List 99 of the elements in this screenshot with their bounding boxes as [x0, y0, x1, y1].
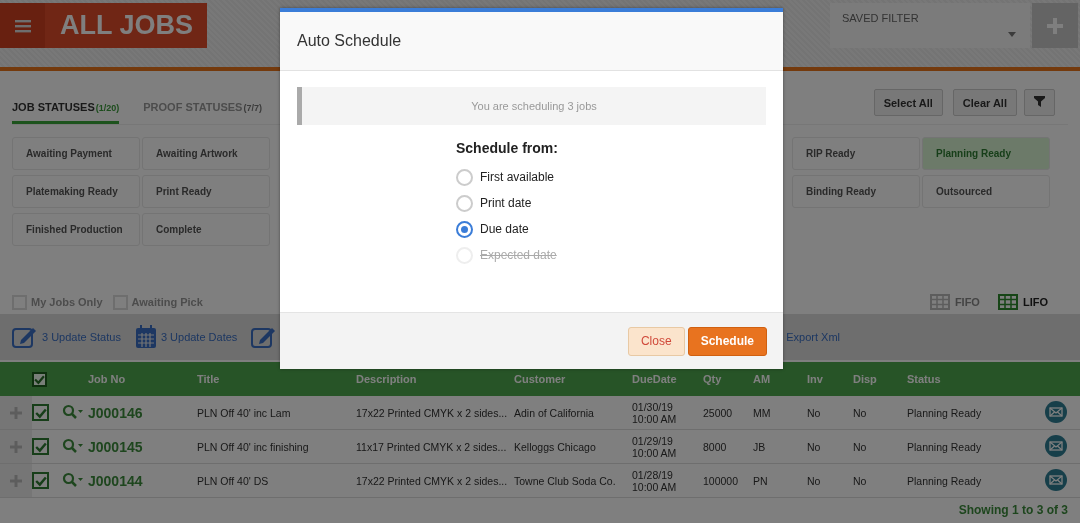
select-all-checkbox[interactable]: [32, 371, 47, 387]
table-cell-text: 10:00 AM: [632, 446, 678, 459]
column-header[interactable]: Disp: [853, 373, 907, 385]
schedule-button[interactable]: Schedule: [687, 326, 767, 356]
toolbar-action[interactable]: 3 Update Dates: [134, 325, 238, 349]
status-chip[interactable]: Complete: [142, 213, 270, 246]
radio-label: Print date: [480, 196, 532, 210]
table-cell-text: JB: [753, 440, 767, 453]
filter-button[interactable]: Clear All: [952, 89, 1017, 116]
menu-icon: [14, 18, 31, 33]
table-cell-text: PN: [753, 474, 769, 487]
column-header[interactable]: Description: [356, 373, 514, 385]
search-icon[interactable]: [62, 471, 84, 488]
mail-icon[interactable]: [1045, 400, 1067, 423]
radio-label: Due date: [480, 222, 529, 236]
column-header[interactable]: Customer: [514, 373, 632, 385]
notice-bar: You are scheduling 3 jobs: [297, 87, 766, 125]
column-header[interactable]: Title: [197, 373, 356, 385]
expand-icon[interactable]: [10, 474, 22, 487]
table-cell-text: PLN Off 40' DS: [197, 474, 270, 487]
edit-icon[interactable]: [251, 325, 278, 349]
toolbar-action[interactable]: Export Xml: [786, 331, 840, 343]
dialog-title: Auto Schedule: [297, 32, 402, 50]
page-title: ALL JOBS: [59, 9, 194, 42]
row-checkbox[interactable]: [32, 472, 49, 489]
search-icon[interactable]: [62, 403, 84, 420]
column-header[interactable]: Inv: [807, 373, 853, 385]
expand-icon[interactable]: [10, 440, 22, 453]
job-number-link[interactable]: J000145: [88, 438, 197, 455]
row-checkbox[interactable]: [32, 438, 49, 455]
table-cell-text: 01/29/19: [632, 434, 674, 447]
saved-filter-dropdown[interactable]: SAVED FILTER: [830, 3, 1030, 48]
mail-icon[interactable]: [1045, 468, 1067, 491]
status-chip[interactable]: Awaiting Artwork: [142, 137, 270, 170]
table-cell-text: 17x22 Printed CMYK x 2 sides...: [356, 474, 509, 487]
pagination-info: Showing 1 to 3 of 3: [958, 503, 1068, 517]
radio-button[interactable]: [456, 220, 473, 238]
caret-icon: [1008, 32, 1016, 37]
prompt-label: Schedule from:: [456, 140, 559, 156]
column-header[interactable]: AM: [753, 373, 807, 385]
column-header[interactable]: DueDate: [632, 373, 703, 385]
status-chip[interactable]: Awaiting Payment: [12, 137, 140, 170]
status-chip[interactable]: Outsourced: [922, 175, 1050, 208]
radio-button[interactable]: [456, 194, 473, 212]
status-chip[interactable]: Print Ready: [142, 175, 270, 208]
table-cell-text: No: [807, 474, 822, 487]
order-toggle[interactable]: LIFO: [997, 294, 1048, 310]
table-cell-text: 10:00 AM: [632, 480, 678, 493]
row-checkbox[interactable]: [32, 404, 49, 421]
expand-icon[interactable]: [10, 406, 22, 419]
toolbar-action[interactable]: 3 Update Status: [12, 325, 121, 349]
column-header[interactable]: Job No: [88, 373, 197, 385]
table-cell-text: No: [853, 474, 868, 487]
close-button[interactable]: Close: [627, 326, 685, 356]
table-cell-text: No: [807, 406, 822, 419]
status-chip[interactable]: Platemaking Ready: [12, 175, 140, 208]
order-toggle[interactable]: FIFO: [929, 294, 980, 310]
search-icon[interactable]: [62, 437, 84, 454]
radio-label: Expected date: [480, 248, 557, 262]
radio-label: First available: [480, 170, 555, 184]
table-cell-text: 11x17 Printed CMYK x 2 sides...: [356, 440, 508, 453]
calendar-icon: [134, 325, 157, 349]
table-cell-text: No: [853, 440, 868, 453]
table-cell-text: 17x22 Printed CMYK x 2 sides...: [356, 406, 509, 419]
table-cell-text: 01/28/19: [632, 468, 674, 481]
table-cell-text: Adin of California: [514, 406, 595, 419]
table-cell-text: 8000: [703, 440, 728, 453]
table-cell-text: Kelloggs Chicago: [514, 440, 597, 453]
radio-button[interactable]: [456, 168, 473, 186]
table-cell-text: 10:00 AM: [632, 412, 678, 425]
table-cell-text: MM: [753, 406, 772, 419]
filter-button[interactable]: Select All: [873, 89, 943, 116]
edit-icon: [12, 325, 38, 349]
add-button[interactable]: [1032, 3, 1078, 48]
status-tab[interactable]: JOB STATUSES(1/20): [12, 101, 120, 124]
filter-icon: [1034, 96, 1045, 107]
table-cell-text: No: [807, 440, 822, 453]
mail-icon[interactable]: [1045, 434, 1067, 457]
table-cell-text: PLN Off 40' inc finishing: [197, 440, 310, 453]
plus-icon: [1047, 17, 1063, 34]
table-cell-text: Towne Club Soda Co.: [514, 474, 617, 487]
table-cell-text: 100000: [703, 474, 740, 487]
table-cell-text: Planning Ready: [907, 474, 983, 487]
table-cell-text: PLN Off 40' inc Lam: [197, 406, 292, 419]
status-chip[interactable]: RIP Ready: [792, 137, 920, 170]
job-number-link[interactable]: J000144: [88, 472, 197, 489]
column-header[interactable]: Status: [907, 373, 1045, 385]
menu-button[interactable]: [0, 3, 45, 48]
table-cell-text: No: [853, 406, 868, 419]
status-chip[interactable]: Planning Ready: [922, 137, 1050, 170]
table-cell-text: 25000: [703, 406, 734, 419]
table-cell-text: 01/30/19: [632, 400, 674, 413]
table-cell-text: Planning Ready: [907, 440, 983, 453]
filter-button[interactable]: [1024, 89, 1055, 116]
status-chip[interactable]: Binding Ready: [792, 175, 920, 208]
column-header[interactable]: Qty: [703, 373, 753, 385]
table-cell-text: Planning Ready: [907, 406, 983, 419]
status-chip[interactable]: Finished Production: [12, 213, 140, 246]
job-number-link[interactable]: J000146: [88, 404, 197, 421]
